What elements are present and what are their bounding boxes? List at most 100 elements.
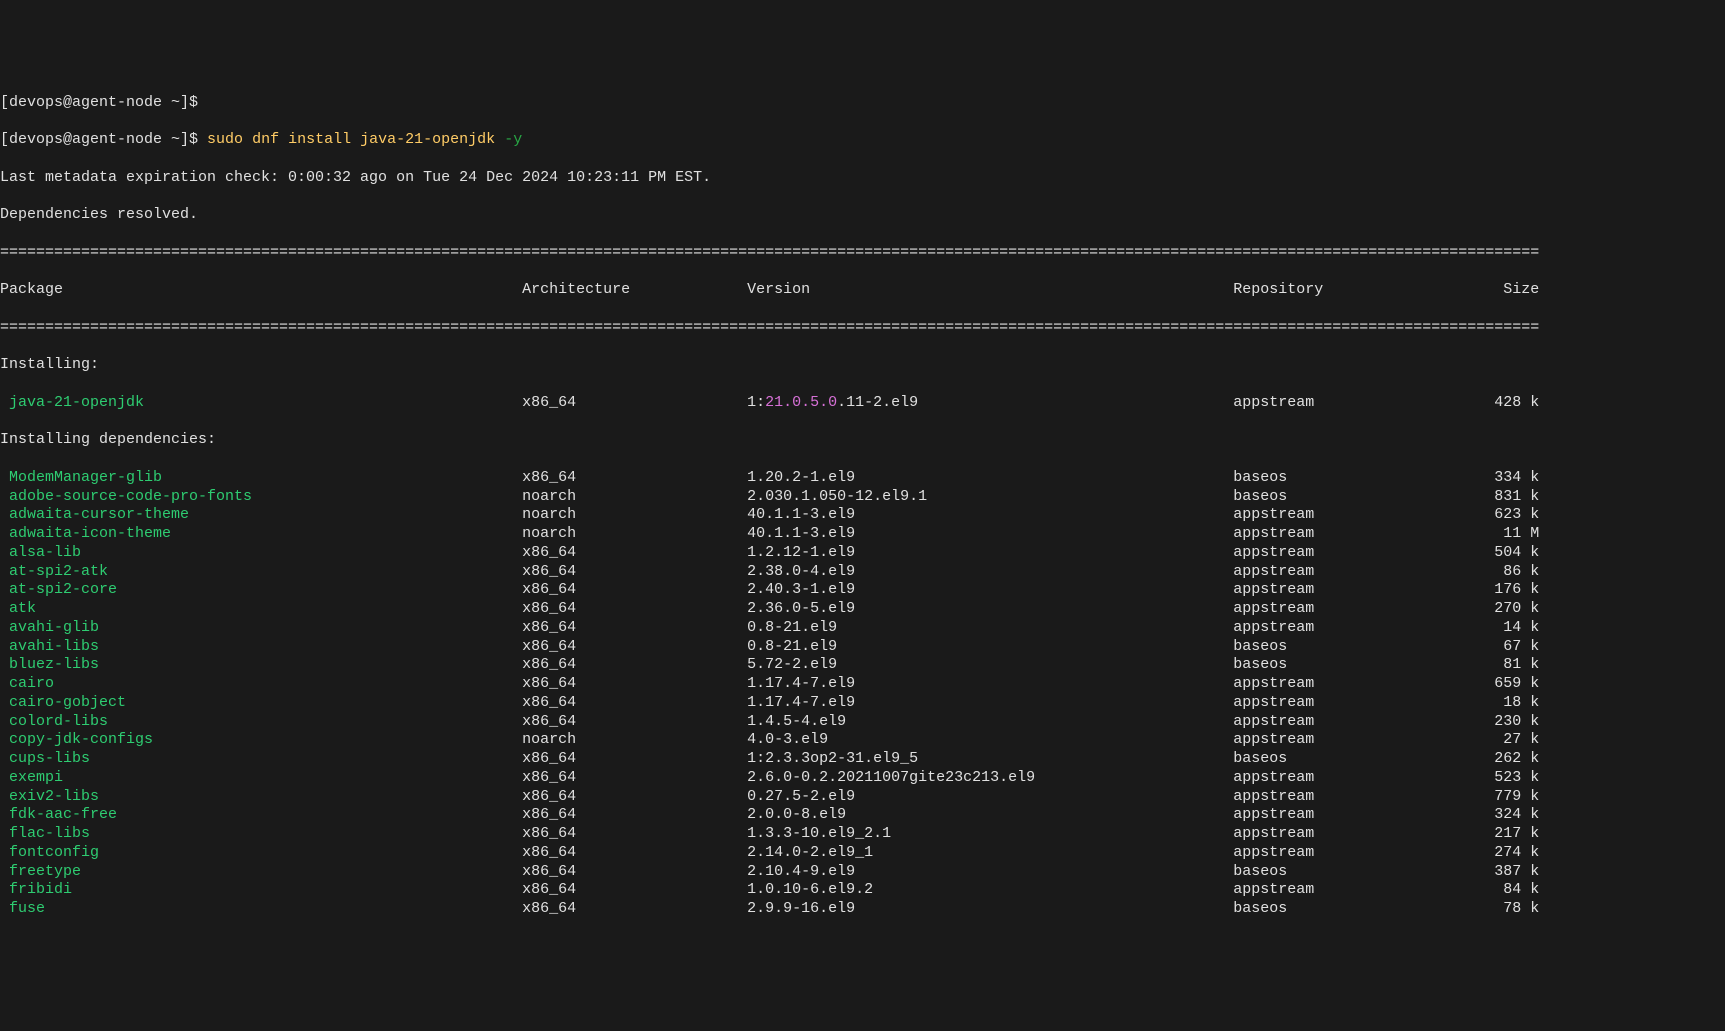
package-name: avahi-libs bbox=[0, 638, 99, 655]
package-arch: noarch bbox=[522, 731, 747, 748]
package-version: 1.3.3-10.el9_2.1 bbox=[747, 825, 1233, 842]
package-size: 504 k bbox=[1476, 544, 1539, 561]
package-name: fdk-aac-free bbox=[0, 806, 117, 823]
package-name: cups-libs bbox=[0, 750, 90, 767]
table-header: Package Architecture Version Repository … bbox=[0, 281, 1725, 300]
package-version: 2.10.4-9.el9 bbox=[747, 863, 1233, 880]
package-repo: appstream bbox=[1233, 694, 1476, 711]
package-version: 1.0.10-6.el9.2 bbox=[747, 881, 1233, 898]
package-repo: baseos bbox=[1233, 469, 1476, 486]
package-arch: x86_64 bbox=[522, 619, 747, 636]
package-repo: appstream bbox=[1233, 525, 1476, 542]
dependency-row: fontconfig x86_64 2.14.0-2.el9_1 appstre… bbox=[0, 844, 1725, 863]
package-arch: x86_64 bbox=[522, 581, 747, 598]
package-arch: x86_64 bbox=[522, 769, 747, 786]
package-repo: appstream bbox=[1233, 844, 1476, 861]
package-version: 2.9.9-16.el9 bbox=[747, 900, 1233, 917]
package-name: exempi bbox=[0, 769, 63, 786]
package-arch: x86_64 bbox=[522, 881, 747, 898]
prompt-empty: [devops@agent-node ~]$ bbox=[0, 94, 1725, 113]
package-arch: x86_64 bbox=[522, 563, 747, 580]
package-version: 1.4.5-4.el9 bbox=[747, 713, 1233, 730]
dependency-row: exempi x86_64 2.6.0-0.2.20211007gite23c2… bbox=[0, 769, 1725, 788]
package-name: alsa-lib bbox=[0, 544, 81, 561]
package-size: 831 k bbox=[1476, 488, 1539, 505]
package-name: ModemManager-glib bbox=[0, 469, 162, 486]
package-version: 40.1.1-3.el9 bbox=[747, 506, 1233, 523]
package-arch: x86_64 bbox=[522, 675, 747, 692]
package-size: 523 k bbox=[1476, 769, 1539, 786]
dependency-row: exiv2-libs x86_64 0.27.5-2.el9 appstream… bbox=[0, 788, 1725, 807]
dependency-row: cairo-gobject x86_64 1.17.4-7.el9 appstr… bbox=[0, 694, 1725, 713]
package-arch: x86_64 bbox=[522, 825, 747, 842]
command-flag: -y bbox=[504, 131, 522, 148]
package-name: copy-jdk-configs bbox=[0, 731, 153, 748]
command-text: sudo dnf install java-21-openjdk bbox=[207, 131, 495, 148]
package-repo: appstream bbox=[1233, 881, 1476, 898]
package-name: fuse bbox=[0, 900, 45, 917]
package-name: at-spi2-core bbox=[0, 581, 117, 598]
dependency-row: adwaita-icon-theme noarch 40.1.1-3.el9 a… bbox=[0, 525, 1725, 544]
package-size: 11 M bbox=[1476, 525, 1539, 542]
package-version: 2.36.0-5.el9 bbox=[747, 600, 1233, 617]
package-arch: x86_64 bbox=[522, 750, 747, 767]
terminal-output[interactable]: [devops@agent-node ~]$ [devops@agent-nod… bbox=[0, 75, 1725, 938]
package-size: 176 k bbox=[1476, 581, 1539, 598]
package-version: 2.0.0-8.el9 bbox=[747, 806, 1233, 823]
dependency-row: copy-jdk-configs noarch 4.0-3.el9 appstr… bbox=[0, 731, 1725, 750]
dependency-row: adwaita-cursor-theme noarch 40.1.1-3.el9… bbox=[0, 506, 1725, 525]
dependency-row: ModemManager-glib x86_64 1.20.2-1.el9 ba… bbox=[0, 469, 1725, 488]
package-size: 623 k bbox=[1476, 506, 1539, 523]
dependency-row: alsa-lib x86_64 1.2.12-1.el9 appstream 5… bbox=[0, 544, 1725, 563]
dependency-row: adobe-source-code-pro-fonts noarch 2.030… bbox=[0, 488, 1725, 507]
package-repo: baseos bbox=[1233, 488, 1476, 505]
section-installing: Installing: bbox=[0, 356, 1725, 375]
shell-prompt: [devops@agent-node ~]$ bbox=[0, 131, 207, 148]
package-version: 1.2.12-1.el9 bbox=[747, 544, 1233, 561]
package-size: 27 k bbox=[1476, 731, 1539, 748]
dependency-row: atk x86_64 2.36.0-5.el9 appstream 270 k bbox=[0, 600, 1725, 619]
package-name: flac-libs bbox=[0, 825, 90, 842]
package-size: 324 k bbox=[1476, 806, 1539, 823]
package-version: 2.14.0-2.el9_1 bbox=[747, 844, 1233, 861]
package-repo: baseos bbox=[1233, 656, 1476, 673]
package-size: 217 k bbox=[1476, 825, 1539, 842]
package-arch: noarch bbox=[522, 525, 747, 542]
package-repo: appstream bbox=[1233, 581, 1476, 598]
package-arch: x86_64 bbox=[522, 544, 747, 561]
package-version: 1:2.3.3op2-31.el9_5 bbox=[747, 750, 1233, 767]
package-size: 274 k bbox=[1476, 844, 1539, 861]
package-repo: appstream bbox=[1233, 806, 1476, 823]
package-version: 1.17.4-7.el9 bbox=[747, 694, 1233, 711]
package-version: 40.1.1-3.el9 bbox=[747, 525, 1233, 542]
package-repo: appstream bbox=[1233, 713, 1476, 730]
package-version: 0.8-21.el9 bbox=[747, 619, 1233, 636]
dependency-row: cups-libs x86_64 1:2.3.3op2-31.el9_5 bas… bbox=[0, 750, 1725, 769]
package-name: exiv2-libs bbox=[0, 788, 99, 805]
package-arch: x86_64 bbox=[522, 469, 747, 486]
package-size: 81 k bbox=[1476, 656, 1539, 673]
package-size: 387 k bbox=[1476, 863, 1539, 880]
package-repo: appstream bbox=[1233, 825, 1476, 842]
package-version: 2.030.1.050-12.el9.1 bbox=[747, 488, 1233, 505]
package-repo: baseos bbox=[1233, 750, 1476, 767]
package-arch: x86_64 bbox=[522, 863, 747, 880]
dependency-row: cairo x86_64 1.17.4-7.el9 appstream 659 … bbox=[0, 675, 1725, 694]
package-version: 0.8-21.el9 bbox=[747, 638, 1233, 655]
package-arch: x86_64 bbox=[522, 656, 747, 673]
package-repo: appstream bbox=[1233, 619, 1476, 636]
dependency-row: at-spi2-core x86_64 2.40.3-1.el9 appstre… bbox=[0, 581, 1725, 600]
package-size: 779 k bbox=[1476, 788, 1539, 805]
package-repo: appstream bbox=[1233, 600, 1476, 617]
package-arch: x86_64 bbox=[522, 713, 747, 730]
dependency-row: avahi-glib x86_64 0.8-21.el9 appstream 1… bbox=[0, 619, 1725, 638]
metadata-line: Last metadata expiration check: 0:00:32 … bbox=[0, 169, 1725, 188]
package-version: 1.17.4-7.el9 bbox=[747, 675, 1233, 692]
package-name: java-21-openjdk bbox=[0, 394, 144, 411]
package-arch: x86_64 bbox=[522, 694, 747, 711]
package-version: 2.6.0-0.2.20211007gite23c213.el9 bbox=[747, 769, 1233, 786]
package-arch: x86_64 bbox=[522, 806, 747, 823]
package-name: cairo bbox=[0, 675, 54, 692]
package-version: 0.27.5-2.el9 bbox=[747, 788, 1233, 805]
package-name: fontconfig bbox=[0, 844, 99, 861]
